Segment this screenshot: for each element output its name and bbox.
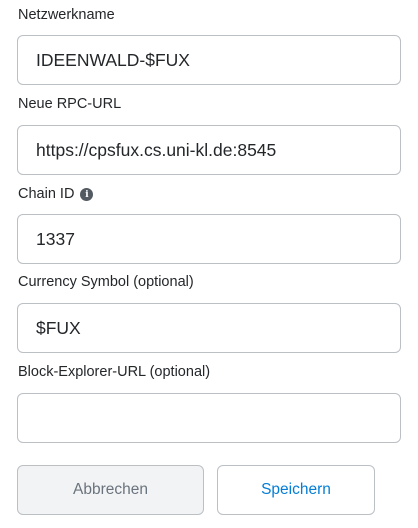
save-button[interactable]: Speichern <box>217 465 375 515</box>
cancel-button[interactable]: Abbrechen <box>17 465 204 515</box>
network-name-label: Netzwerkname <box>18 6 115 24</box>
block-explorer-url-label-text: Block-Explorer-URL (optional) <box>18 364 211 380</box>
info-icon[interactable]: i <box>80 187 94 201</box>
network-name-label-text: Netzwerkname <box>18 7 115 23</box>
cancel-button-label: Abbrechen <box>73 481 148 498</box>
currency-symbol-label: Currency Symbol (optional) <box>18 273 194 291</box>
block-explorer-url-label: Block-Explorer-URL (optional) <box>18 363 210 381</box>
chain-id-label-text: Chain ID <box>18 186 75 202</box>
network-name-input[interactable] <box>17 35 401 85</box>
rpc-url-label-text: Neue RPC-URL <box>18 96 122 112</box>
currency-symbol-label-text: Currency Symbol (optional) <box>18 274 194 290</box>
rpc-url-label: Neue RPC-URL <box>18 95 121 113</box>
chain-id-label: Chain ID i <box>18 185 94 203</box>
rpc-url-input[interactable] <box>17 125 401 175</box>
currency-symbol-input[interactable] <box>17 303 401 353</box>
save-button-label: Speichern <box>261 481 331 498</box>
chain-id-input[interactable] <box>17 214 401 264</box>
block-explorer-url-input[interactable] <box>17 393 401 443</box>
